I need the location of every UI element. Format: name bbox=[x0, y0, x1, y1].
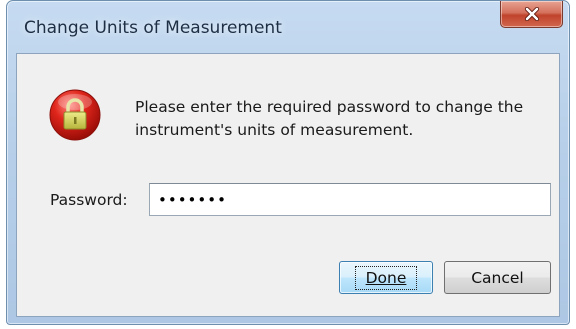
password-field[interactable] bbox=[149, 183, 551, 216]
done-button[interactable]: Done bbox=[339, 261, 433, 294]
dialog-window: Change Units of Measurement Please enter… bbox=[6, 0, 570, 325]
instruction-message: Please enter the required password to ch… bbox=[135, 98, 524, 139]
close-button[interactable] bbox=[500, 1, 563, 28]
password-label: Password: bbox=[50, 191, 128, 209]
close-icon bbox=[524, 7, 539, 21]
lock-icon bbox=[49, 89, 101, 141]
dialog-content: Please enter the required password to ch… bbox=[16, 53, 560, 317]
done-button-label: Done bbox=[354, 265, 418, 290]
title-bar[interactable]: Change Units of Measurement bbox=[7, 1, 569, 53]
cancel-button[interactable]: Cancel bbox=[444, 261, 551, 294]
window-title: Change Units of Measurement bbox=[24, 18, 282, 38]
